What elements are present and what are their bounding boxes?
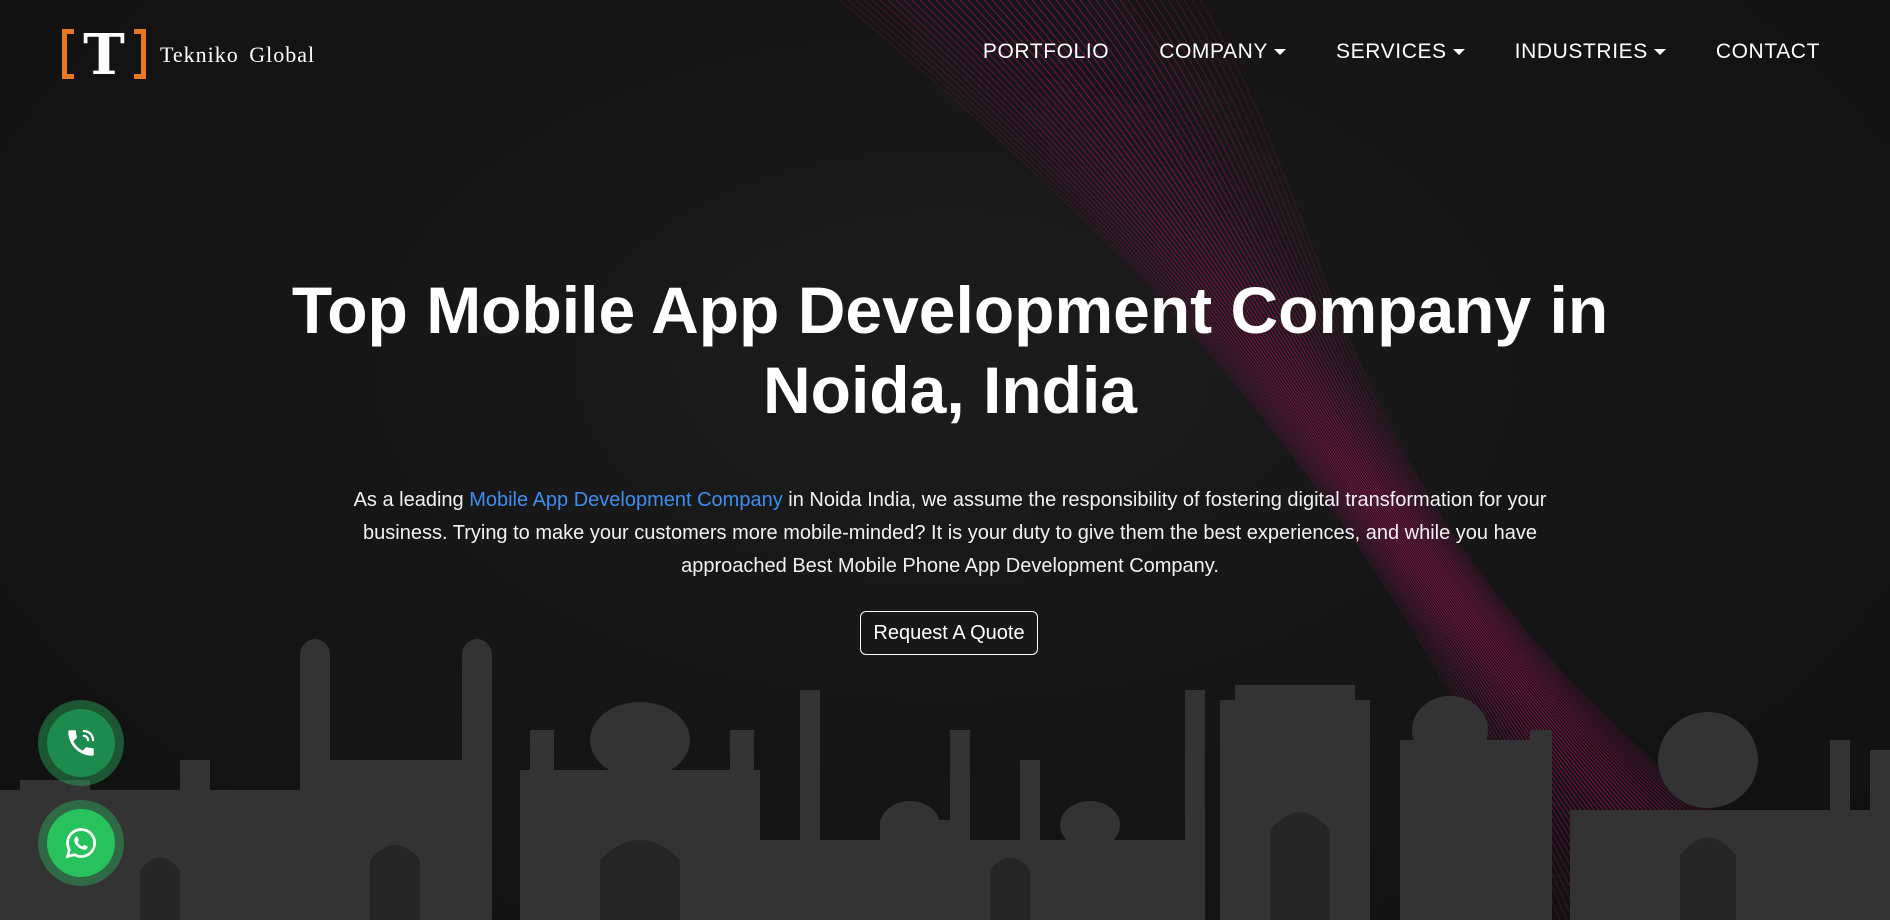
hero-desc-intro: As a leading [353,489,470,511]
wave-line [1007,0,1701,920]
wave-line [999,0,1694,920]
wave-line [1023,0,1714,920]
wave-line [1143,0,1814,920]
logo-bracket-left [62,29,74,79]
wave-line [991,0,1688,920]
page: T Tekniko Global PORTFOLIO COMPANY SERVI… [0,0,1890,920]
logo-letter: T [83,22,125,88]
wave-line [847,0,1568,920]
wave-line [1119,0,1794,920]
whatsapp-icon [65,828,96,859]
nav-company-label: COMPANY [1159,40,1269,63]
wave-line [943,0,1648,920]
wave-line [1039,0,1727,920]
wave-line [1175,0,1841,920]
caret-down-icon [1653,49,1666,55]
wave-line [895,0,1608,920]
wave-line [1063,0,1747,920]
wave-line [1071,0,1754,920]
nav-company[interactable]: COMPANY [1159,40,1287,64]
wave-line [1015,0,1708,920]
logo-bracket-right [134,29,146,79]
wave-line [903,0,1614,920]
wave-line [1079,0,1761,920]
request-quote-button[interactable]: Request A Quote [860,611,1038,655]
mobile-app-development-link[interactable]: Mobile App Development Company [469,489,783,511]
city-skyline-decoration [0,639,1890,920]
nav-contact-label: CONTACT [1715,40,1820,63]
wave-line [1151,0,1821,920]
logo-mark: T [60,27,148,83]
nav-industries-label: INDUSTRIES [1514,40,1648,63]
call-button-inner [47,709,115,777]
wave-line [951,0,1654,920]
wave-line [855,0,1574,920]
caret-down-icon [1452,49,1465,55]
wave-line [1103,0,1781,920]
phone-call-icon [68,729,95,756]
wave-line [879,0,1594,920]
call-button[interactable] [38,700,124,786]
wave-line [1167,0,1834,920]
wave-line [871,0,1588,920]
wave-line [967,0,1668,920]
nav-services[interactable]: SERVICES [1336,40,1465,64]
nav-portfolio-label: PORTFOLIO [982,40,1110,63]
wave-line [1191,0,1854,920]
brand-name: Tekniko Global [160,42,316,67]
wave-line [1199,0,1861,920]
wave-line [1047,0,1734,920]
nav-services-label: SERVICES [1336,40,1447,63]
wave-line [863,0,1581,920]
whatsapp-button-inner [47,809,115,877]
main-nav: PORTFOLIO COMPANY SERVICES INDUSTRIES CO… [983,40,1820,64]
wave-line [1111,0,1787,920]
wave-line [1087,0,1767,920]
wave-line [1135,0,1807,920]
wave-line [839,0,1561,920]
nav-contact[interactable]: CONTACT [1716,40,1820,64]
wave-line [975,0,1674,920]
wave-line [935,0,1641,920]
wave-line [919,0,1628,920]
wave-line [1127,0,1801,920]
wave-line [887,0,1601,920]
nav-industries[interactable]: INDUSTRIES [1515,40,1666,64]
wave-line [911,0,1621,920]
wave-line [1031,0,1721,920]
nav-portfolio[interactable]: PORTFOLIO [983,40,1109,64]
hero-description: As a leading Mobile App Development Comp… [345,484,1555,583]
wave-lines-decoration [839,0,1861,920]
hero-title: Top Mobile App Development Company in No… [220,270,1680,430]
wave-line [1159,0,1827,920]
wave-line [1095,0,1774,920]
brand-logo[interactable]: T Tekniko Global [60,26,315,84]
wave-line [959,0,1661,920]
wave-line [1055,0,1741,920]
wave-line [983,0,1681,920]
wave-line [1183,0,1847,920]
whatsapp-button[interactable] [38,800,124,886]
hero-title-line-1: Top Mobile App Development Company in [291,273,1609,347]
caret-down-icon [1274,49,1287,55]
hero-title-line-2: Noida, India [762,353,1138,427]
wave-line [927,0,1634,920]
